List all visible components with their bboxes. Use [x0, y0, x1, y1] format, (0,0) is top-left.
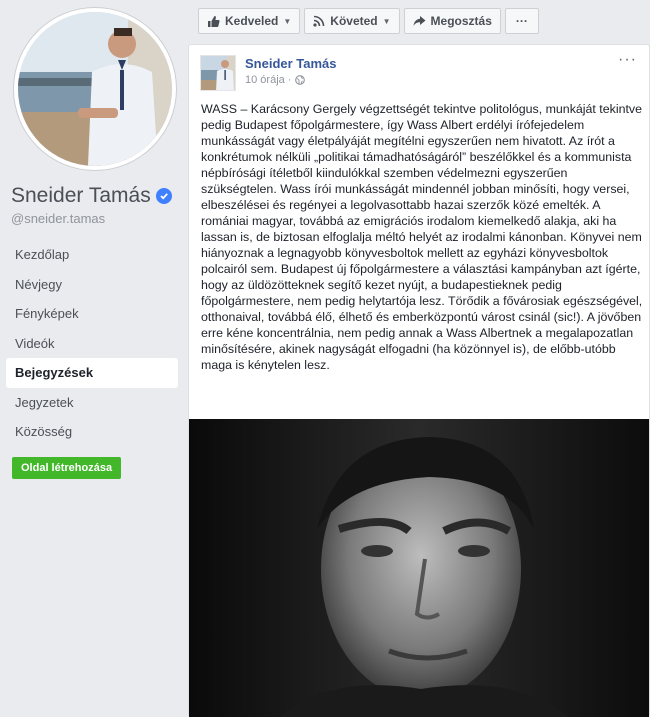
profile-photo [18, 12, 172, 166]
profile-picture[interactable] [14, 8, 176, 170]
left-sidebar: Sneider Tamás @sneider.tamas Kezdőlap Né… [0, 0, 182, 717]
like-button[interactable]: Kedveled ▼ [198, 8, 301, 34]
nav-item-about[interactable]: Névjegy [6, 270, 178, 300]
post-options-icon[interactable]: ··· [618, 51, 637, 69]
share-button[interactable]: Megosztás [403, 8, 501, 34]
nav-item-videos[interactable]: Videók [6, 329, 178, 359]
nav-item-community[interactable]: Közösség [6, 417, 178, 447]
page-action-bar: Kedveled ▼ Követed ▼ Megosztás ··· [198, 8, 539, 34]
profile-handle[interactable]: @sneider.tamas [11, 211, 105, 226]
post-author-name[interactable]: Sneider Tamás [245, 56, 337, 71]
create-page-button[interactable]: Oldal létrehozása [12, 457, 122, 479]
nav-item-posts[interactable]: Bejegyzések [6, 358, 178, 388]
rss-icon [313, 15, 325, 27]
follow-label: Követed [330, 14, 378, 28]
portrait-photo [189, 419, 649, 717]
post-body-text: WASS – Karácsony Gergely végzettségét te… [201, 102, 643, 372]
post-author-avatar[interactable] [200, 55, 236, 91]
like-icon [208, 15, 220, 27]
post-card: Sneider Tamás 10 órája · ··· WASS – Kará… [188, 44, 650, 717]
caret-down-icon: ▼ [283, 16, 292, 26]
nav-item-home[interactable]: Kezdőlap [6, 240, 178, 270]
nav-item-photos[interactable]: Fényképek [6, 299, 178, 329]
like-label: Kedveled [225, 14, 279, 28]
profile-name[interactable]: Sneider Tamás [11, 184, 172, 208]
post-timestamp[interactable]: 10 órája · [245, 74, 291, 86]
page-nav: Kezdőlap Névjegy Fényképek Videók Bejegy… [6, 240, 178, 447]
more-icon: ··· [515, 14, 528, 28]
caret-down-icon: ▼ [382, 16, 391, 26]
share-arrow-icon [413, 16, 426, 26]
post-photo[interactable] [189, 419, 649, 717]
avatar [201, 56, 235, 90]
verified-icon [155, 188, 172, 204]
nav-item-notes[interactable]: Jegyzetek [6, 388, 178, 418]
more-button[interactable]: ··· [504, 8, 539, 34]
follow-button[interactable]: Követed ▼ [304, 8, 400, 34]
globe-icon [295, 75, 306, 85]
profile-name-text[interactable]: Sneider Tamás [11, 184, 151, 208]
post-meta: 10 órája · [245, 74, 306, 86]
share-label: Megosztás [430, 14, 492, 28]
